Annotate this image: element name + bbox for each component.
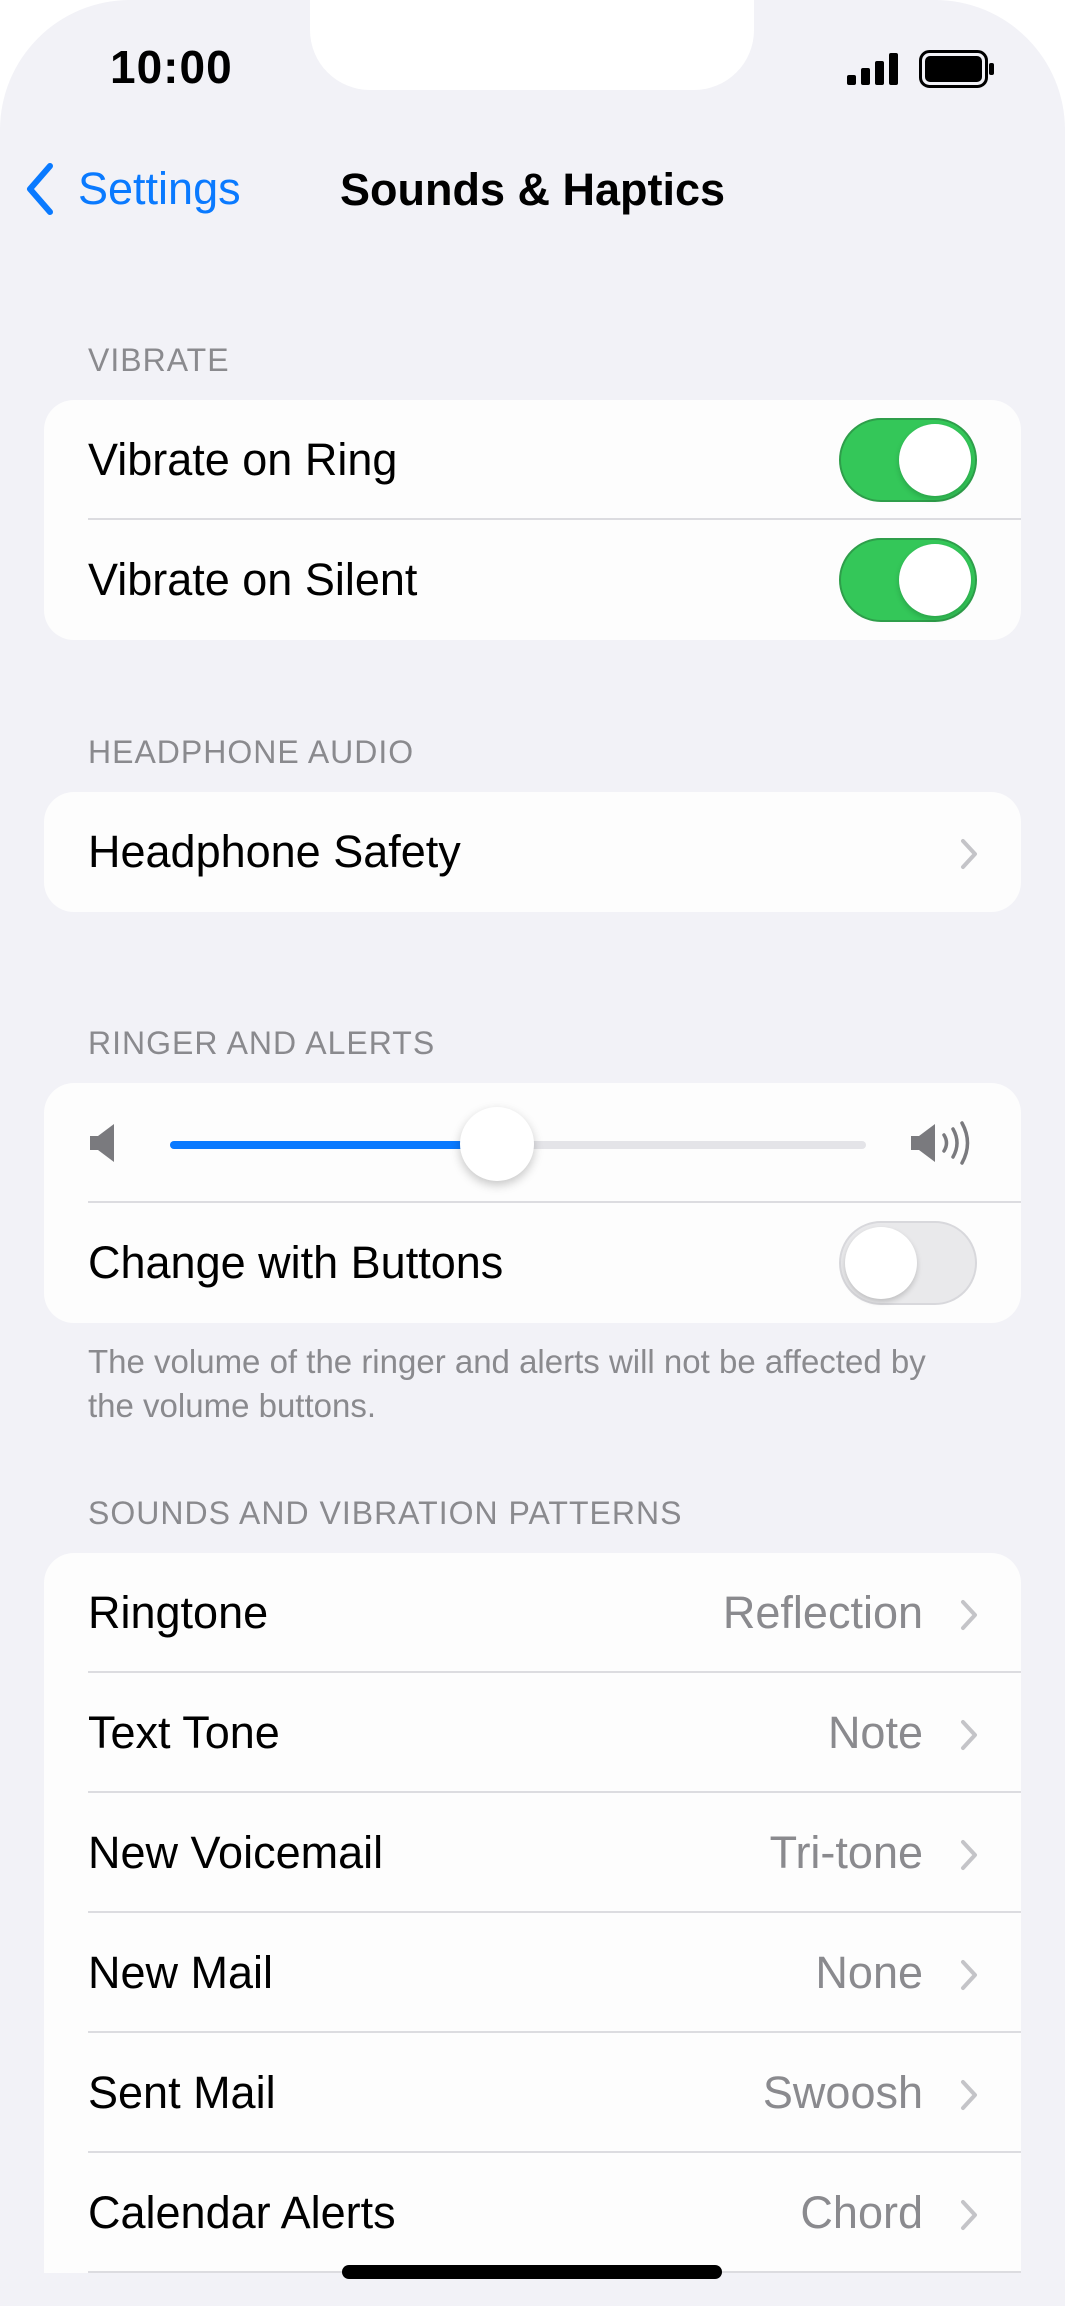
chevron-right-icon <box>961 839 977 869</box>
row-label: New Mail <box>88 1947 274 1998</box>
row-label: Ringtone <box>88 1587 269 1638</box>
change-with-buttons-toggle[interactable] <box>839 1221 977 1305</box>
row-label: New Voicemail <box>88 1827 384 1878</box>
chevron-right-icon <box>961 2200 977 2230</box>
ringer-footnote: The volume of the ringer and alerts will… <box>88 1343 926 1424</box>
new-voicemail-row[interactable]: New Voicemail Tri-tone <box>44 1793 1021 1913</box>
row-value: Reflection <box>722 1587 923 1638</box>
text-tone-row[interactable]: Text Tone Note <box>44 1673 1021 1793</box>
chevron-left-icon <box>27 163 53 215</box>
slider-thumb[interactable] <box>460 1107 535 1181</box>
section-header-patterns: SOUNDS AND VIBRATION PATTERNS <box>88 1495 683 1531</box>
section-header-ringer: RINGER AND ALERTS <box>88 1025 436 1061</box>
sent-mail-row[interactable]: Sent Mail Swoosh <box>44 2033 1021 2153</box>
home-indicator[interactable] <box>342 2265 722 2279</box>
row-value: Tri-tone <box>769 1827 923 1878</box>
row-label: Vibrate on Silent <box>88 554 418 605</box>
section-header-headphone-audio: HEADPHONE AUDIO <box>88 734 415 770</box>
chevron-right-icon <box>961 1960 977 1990</box>
chevron-right-icon <box>961 1600 977 1630</box>
row-value: Note <box>827 1707 923 1758</box>
back-button[interactable]: Settings <box>24 162 241 216</box>
notch <box>310 0 754 90</box>
row-value: Chord <box>800 2187 923 2238</box>
ringer-group: Change with Buttons <box>44 1083 1021 1323</box>
status-time: 10:00 <box>110 41 233 93</box>
vibrate-on-silent-toggle[interactable] <box>839 538 977 622</box>
vibrate-on-ring-row: Vibrate on Ring <box>44 400 1021 520</box>
calendar-alerts-row[interactable]: Calendar Alerts Chord <box>44 2153 1021 2273</box>
row-label: Headphone Safety <box>88 826 461 877</box>
speaker-low-icon <box>90 1124 114 1162</box>
ringer-volume-slider[interactable] <box>170 1107 866 1181</box>
chevron-right-icon <box>961 1720 977 1750</box>
section-header-vibrate: VIBRATE <box>88 342 230 378</box>
slider-fill <box>170 1141 498 1149</box>
chevron-right-icon <box>961 2080 977 2110</box>
row-label: Sent Mail <box>88 2067 276 2118</box>
back-label: Settings <box>78 163 241 214</box>
ringer-volume-row <box>44 1083 1021 1203</box>
row-label: Change with Buttons <box>88 1237 504 1288</box>
battery-icon <box>919 50 994 88</box>
headphone-safety-row[interactable]: Headphone Safety <box>44 792 1021 912</box>
ringtone-row[interactable]: Ringtone Reflection <box>44 1553 1021 1673</box>
chevron-right-icon <box>961 1840 977 1870</box>
patterns-group: Ringtone Reflection Text Tone Note New V… <box>44 1553 1021 2273</box>
row-value: Swoosh <box>762 2067 923 2118</box>
phone-screen: 10:00 Settings Sounds & Haptics VIBRATE … <box>0 0 1065 2306</box>
headphone-audio-group: Headphone Safety <box>44 792 1021 912</box>
new-mail-row[interactable]: New Mail None <box>44 1913 1021 2033</box>
row-label: Calendar Alerts <box>88 2187 396 2238</box>
cellular-signal-icon <box>847 53 898 85</box>
change-with-buttons-row: Change with Buttons <box>44 1203 1021 1323</box>
navigation-bar: Settings Sounds & Haptics <box>0 150 1065 230</box>
status-icons <box>847 50 995 88</box>
vibrate-on-ring-toggle[interactable] <box>839 418 977 502</box>
page-title: Sounds & Haptics <box>340 164 726 215</box>
toggle-knob <box>899 424 971 496</box>
vibrate-group: Vibrate on Ring Vibrate on Silent <box>44 400 1021 640</box>
row-label: Text Tone <box>88 1707 280 1758</box>
toggle-knob <box>845 1227 917 1299</box>
row-value: None <box>815 1947 923 1998</box>
row-label: Vibrate on Ring <box>88 434 398 485</box>
vibrate-on-silent-row: Vibrate on Silent <box>44 520 1021 640</box>
speaker-high-icon <box>911 1121 970 1165</box>
toggle-knob <box>899 544 971 616</box>
